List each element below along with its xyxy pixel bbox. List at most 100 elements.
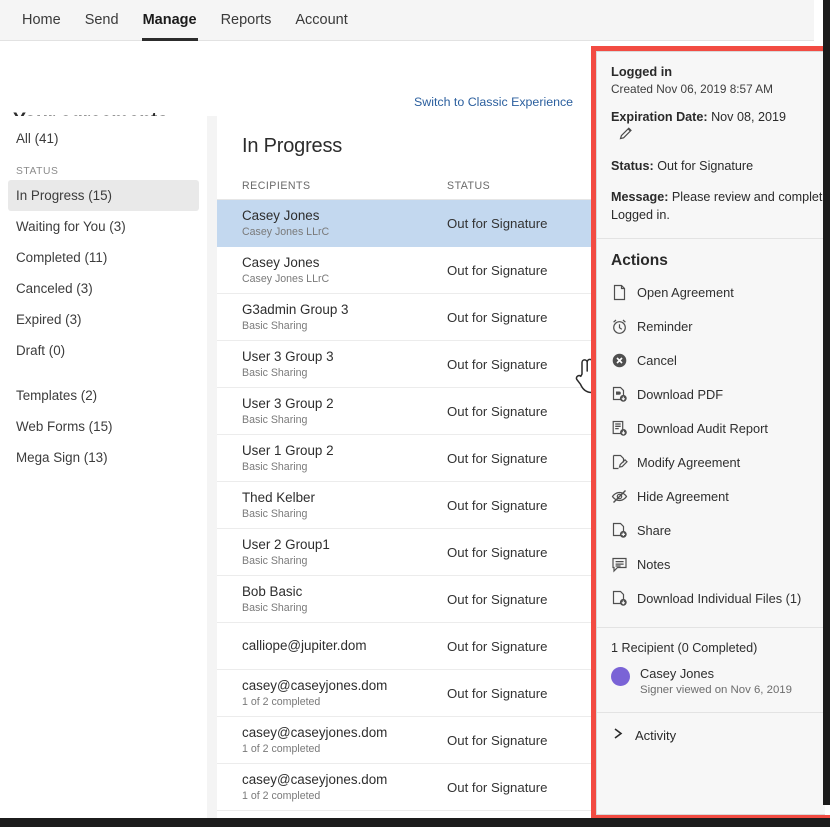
agreement-expiration-row: Expiration Date: Nov 08, 2019	[611, 109, 811, 145]
table-row[interactable]: User 3 Group 2Basic SharingOut for Signa…	[217, 388, 591, 435]
list-column-headers: RECIPIENTS STATUS	[217, 158, 591, 200]
alarm-clock-icon	[611, 318, 628, 335]
table-row[interactable]: Casey JonesCasey Jones LLrCOut for Signa…	[217, 200, 591, 247]
notes-speech-bubble-icon	[611, 556, 628, 573]
agreement-rows: Casey JonesCasey Jones LLrCOut for Signa…	[217, 200, 591, 811]
pencil-icon[interactable]	[619, 126, 633, 145]
share-document-icon	[611, 522, 628, 539]
actions-title: Actions	[597, 239, 825, 275]
recipients-section: 1 Recipient (0 Completed) Casey Jones Si…	[597, 628, 825, 712]
row-recipient-name: calliope@jupiter.dom	[242, 637, 447, 655]
row-recipient-cell: User 2 Group1Basic Sharing	[242, 536, 447, 569]
row-status: Out for Signature	[447, 733, 547, 748]
sidebar-item-all[interactable]: All (41)	[8, 123, 199, 154]
row-recipient-cell: casey@caseyjones.dom1 of 2 completed	[242, 677, 447, 710]
action-hide-agreement[interactable]: Hide Agreement	[597, 479, 825, 513]
row-status: Out for Signature	[447, 216, 547, 231]
table-row[interactable]: casey@caseyjones.dom1 of 2 completedOut …	[217, 764, 591, 811]
action-share[interactable]: Share	[597, 513, 825, 547]
action-label: Modify Agreement	[637, 455, 740, 470]
row-recipient-sublabel: Basic Sharing	[242, 460, 447, 475]
action-label: Download PDF	[637, 387, 723, 402]
action-label: Hide Agreement	[637, 489, 729, 504]
row-recipient-cell: G3admin Group 3Basic Sharing	[242, 301, 447, 334]
table-row[interactable]: calliope@jupiter.domOut for Signature	[217, 623, 591, 670]
nav-item-reports[interactable]: Reports	[209, 0, 284, 41]
window-right-gap	[814, 0, 823, 42]
sidebar-item-mega-sign[interactable]: Mega Sign (13)	[8, 442, 199, 473]
table-row[interactable]: User 2 Group1Basic SharingOut for Signat…	[217, 529, 591, 576]
action-cancel[interactable]: Cancel	[597, 343, 825, 377]
agreement-detail-panel-inner: Logged in Created Nov 06, 2019 8:57 AM E…	[596, 51, 825, 815]
row-recipient-cell: User 3 Group 3Basic Sharing	[242, 348, 447, 381]
nav-item-account[interactable]: Account	[283, 0, 359, 41]
sidebar-item-waiting-for-you[interactable]: Waiting for You (3)	[8, 211, 199, 242]
row-recipient-cell: Bob BasicBasic Sharing	[242, 583, 447, 616]
nav-item-manage[interactable]: Manage	[131, 0, 209, 41]
action-download-individual-files-1[interactable]: Download Individual Files (1)	[597, 581, 825, 615]
download-audit-report-icon	[611, 420, 628, 437]
sidebar-item-in-progress[interactable]: In Progress (15)	[8, 180, 199, 211]
sidebar-item-completed[interactable]: Completed (11)	[8, 242, 199, 273]
table-row[interactable]: User 1 Group 2Basic SharingOut for Signa…	[217, 435, 591, 482]
modify-document-icon	[611, 454, 628, 471]
expiration-date-label: Expiration Date:	[611, 110, 708, 124]
nav-item-send[interactable]: Send	[73, 0, 131, 41]
table-row[interactable]: User 3 Group 3Basic SharingOut for Signa…	[217, 341, 591, 388]
row-status: Out for Signature	[447, 357, 547, 372]
download-files-icon	[611, 590, 628, 607]
sidebar-item-web-forms[interactable]: Web Forms (15)	[8, 411, 199, 442]
row-recipient-cell: calliope@jupiter.dom	[242, 637, 447, 655]
table-row[interactable]: casey@caseyjones.dom1 of 2 completedOut …	[217, 670, 591, 717]
nav-item-home[interactable]: Home	[10, 0, 73, 41]
column-header-status: STATUS	[447, 180, 490, 192]
action-label: Notes	[637, 557, 670, 572]
table-row[interactable]: casey@caseyjones.dom1 of 2 completedOut …	[217, 717, 591, 764]
row-recipient-name: G3admin Group 3	[242, 301, 447, 319]
table-row[interactable]: Thed KelberBasic SharingOut for Signatur…	[217, 482, 591, 529]
row-recipient-sublabel: Casey Jones LLrC	[242, 225, 447, 240]
action-open-agreement[interactable]: Open Agreement	[597, 275, 825, 309]
window-right-edge	[823, 0, 830, 805]
action-reminder[interactable]: Reminder	[597, 309, 825, 343]
row-recipient-name: casey@caseyjones.dom	[242, 677, 447, 695]
agreement-list-card: In Progress RECIPIENTS STATUS Casey Jone…	[217, 116, 591, 819]
row-recipient-name: User 2 Group1	[242, 536, 447, 554]
list-title: In Progress	[217, 116, 591, 158]
table-row[interactable]: G3admin Group 3Basic SharingOut for Sign…	[217, 294, 591, 341]
recipient-status: Signer viewed on Nov 6, 2019	[640, 682, 792, 698]
action-label: Open Agreement	[637, 285, 734, 300]
sidebar-item-templates[interactable]: Templates (2)	[8, 380, 199, 411]
action-label: Reminder	[637, 319, 692, 334]
recipient-name: Casey Jones	[640, 665, 792, 682]
row-status: Out for Signature	[447, 639, 547, 654]
action-notes[interactable]: Notes	[597, 547, 825, 581]
row-recipient-name: Thed Kelber	[242, 489, 447, 507]
sidebar-item-draft[interactable]: Draft (0)	[8, 335, 199, 366]
eye-off-icon	[611, 488, 628, 505]
row-recipient-name: User 1 Group 2	[242, 442, 447, 460]
row-recipient-sublabel: Casey Jones LLrC	[242, 272, 447, 287]
agreement-created-date: Created Nov 06, 2019 8:57 AM	[611, 82, 811, 96]
top-navigation-bar: Home Send Manage Reports Account	[0, 0, 830, 41]
action-download-audit-report[interactable]: Download Audit Report	[597, 411, 825, 445]
action-modify-agreement[interactable]: Modify Agreement	[597, 445, 825, 479]
agreement-summary-section: Logged in Created Nov 06, 2019 8:57 AM E…	[597, 52, 825, 238]
table-row[interactable]: Bob BasicBasic SharingOut for Signature	[217, 576, 591, 623]
actions-list: Open Agreement Reminder Cancel Download PDF…	[597, 275, 825, 615]
switch-to-classic-experience-link[interactable]: Switch to Classic Experience	[414, 95, 573, 109]
row-recipient-sublabel: Basic Sharing	[242, 413, 447, 428]
row-recipient-name: User 3 Group 3	[242, 348, 447, 366]
action-label: Cancel	[637, 353, 677, 368]
avatar	[611, 667, 630, 686]
agreement-status-row: Status: Out for Signature	[611, 158, 811, 175]
recipient-row[interactable]: Casey Jones Signer viewed on Nov 6, 2019	[597, 665, 825, 712]
row-recipient-sublabel: Basic Sharing	[242, 319, 447, 334]
sidebar-item-canceled[interactable]: Canceled (3)	[8, 273, 199, 304]
activity-expander[interactable]: Activity	[597, 713, 825, 757]
action-download-pdf[interactable]: Download PDF	[597, 377, 825, 411]
sidebar-item-expired[interactable]: Expired (3)	[8, 304, 199, 335]
sidebar-caption-status: STATUS	[8, 154, 199, 180]
row-status: Out for Signature	[447, 263, 547, 278]
table-row[interactable]: Casey JonesCasey Jones LLrCOut for Signa…	[217, 247, 591, 294]
